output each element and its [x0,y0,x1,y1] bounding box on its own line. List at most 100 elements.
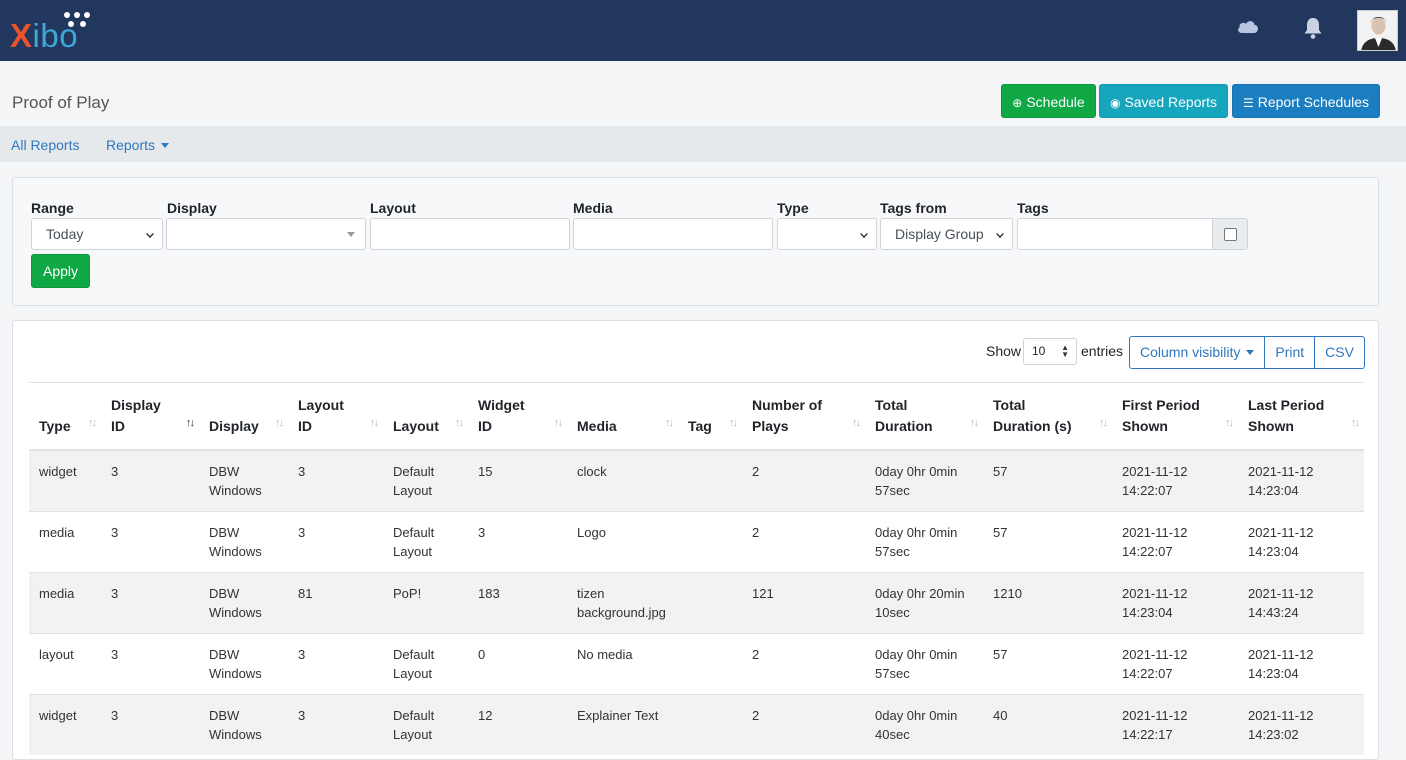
table-cell: clock [567,449,678,512]
tags-exact-checkbox[interactable] [1224,228,1237,241]
layout-input[interactable] [370,218,570,250]
table-row[interactable]: widget 3 DBW Windows 3 Default Layout 12 Explain… [29,694,1364,755]
table-cell: 2021-11-12 14:43:24 [1238,572,1364,634]
table-cell: 57 [983,633,1112,695]
table-cell: DBW Windows [199,511,288,573]
column-header-label: Duration (s) [993,418,1072,434]
table-row[interactable]: layout 3 DBW Windows 3 Default Layout 0 No media… [29,633,1364,695]
sort-icon: ↑↓ [665,417,674,429]
column-header-label: Plays [752,418,789,434]
notifications-bell-icon[interactable] [1302,16,1324,40]
column-header[interactable]: Display ID ↑↓ [101,382,199,451]
table-cell: 40 [983,694,1112,755]
tags-from-select[interactable]: Display Group [880,218,1013,250]
table-cell: 3 [288,633,383,695]
tags-input[interactable] [1017,218,1213,250]
table-cell: 2021-11-12 14:23:04 [1238,633,1364,695]
table-cell: 12 [468,694,567,755]
table-cell: 2 [742,511,865,573]
column-header-label: Last Period [1248,397,1325,413]
table-row[interactable]: widget 3 DBW Windows 3 Default Layout 15 clock 2 0… [29,449,1364,512]
report-schedules-button[interactable]: ☰ Report Schedules [1232,84,1380,118]
column-header[interactable]: Layout ↑↓ [383,382,468,451]
tags-exact-match-addon [1212,218,1248,250]
column-header[interactable]: Total Duration ↑↓ [865,382,983,451]
table-cell: PoP! [383,572,468,634]
column-header[interactable]: First Period Shown ↑↓ [1112,382,1238,451]
column-header[interactable]: Type ↑↓ [29,382,101,451]
table-cell: 81 [288,572,383,634]
table-cell: widget [29,694,101,755]
saved-reports-button[interactable]: ◉ Saved Reports [1099,84,1228,118]
table-cell: 3 [101,572,199,634]
column-header[interactable]: Display ↑↓ [199,382,288,451]
column-header[interactable]: Media ↑↓ [567,382,678,451]
schedule-button[interactable]: ⊕ Schedule [1001,84,1096,118]
column-header[interactable]: Last Period Shown ↑↓ [1238,382,1364,451]
column-header-label: Layout [393,418,439,434]
table-cell: 2021-11-12 14:23:02 [1238,694,1364,755]
table-cell: media [29,511,101,573]
column-header[interactable]: Number of Plays ↑↓ [742,382,865,451]
column-header[interactable]: Total Duration (s) ↑↓ [983,382,1112,451]
column-header[interactable]: Layout ID ↑↓ [288,382,383,451]
table-cell: DBW Windows [199,694,288,755]
table-cell: 2021-11-12 14:22:07 [1112,449,1238,512]
table-cell: 15 [468,449,567,512]
media-input[interactable] [573,218,773,250]
xibo-logo[interactable]: Xibo [10,10,90,54]
column-header[interactable]: Tag ↑↓ [678,382,742,451]
column-header-label: Number of [752,397,822,413]
column-header[interactable]: Widget ID ↑↓ [468,382,567,451]
sort-icon: ↑↓ [970,417,979,429]
table-cell: 0 [468,633,567,695]
table-cell: No media [567,633,678,695]
print-button[interactable]: Print [1264,336,1316,369]
table-cell: DBW Windows [199,633,288,695]
tags-from-label: Tags from [880,200,947,216]
table-cell: 2021-11-12 14:22:17 [1112,694,1238,755]
table-cell [678,633,742,695]
caret-down-icon [1246,350,1255,355]
table-cell: Default Layout [383,633,468,695]
column-header-label: Tag [688,418,712,434]
display-select[interactable] [166,218,366,250]
table-cell: 3 [468,511,567,573]
column-header-label: Media [577,418,617,434]
reports-subnav: All Reports Reports [0,126,1406,162]
table-row[interactable]: media 3 DBW Windows 81 PoP! 183 tizen background… [29,572,1364,634]
chevron-down-icon [146,230,154,238]
sort-icon: ↑↓ [852,417,861,429]
column-header-label: Total [993,397,1026,413]
column-header-label: Shown [1248,418,1294,434]
cloud-icon[interactable] [1236,16,1260,36]
column-visibility-button[interactable]: Column visibility [1129,336,1266,369]
all-reports-link[interactable]: All Reports [11,137,79,153]
table-row[interactable]: media 3 DBW Windows 3 Default Layout 3 Logo 2 0day… [29,511,1364,573]
table-cell: tizen background.jpg [567,572,678,634]
page-length-select[interactable]: 10 ▲ ▼ [1023,338,1077,365]
type-select[interactable] [777,218,877,250]
table-cell: media [29,572,101,634]
range-label: Range [31,200,74,216]
reports-dropdown[interactable]: Reports [106,137,170,153]
report-table-card: Show 10 ▲ ▼ entries Column visibility Prin… [12,320,1379,760]
table-cell: 57 [983,449,1112,512]
table-cell: Default Layout [383,694,468,755]
table-cell: Default Layout [383,449,468,512]
apply-button[interactable]: Apply [31,254,90,288]
sort-icon: ↑↓ [554,417,563,429]
csv-button[interactable]: CSV [1314,336,1365,369]
table-cell: 3 [288,511,383,573]
table-cell: 2021-11-12 14:23:04 [1238,511,1364,573]
column-header-label: Duration [875,418,933,434]
column-header-label: Display [111,397,161,413]
sort-icon: ↑↓ [1351,417,1360,429]
user-avatar[interactable] [1357,10,1398,51]
sort-icon: ↑↓ [729,417,738,429]
range-select[interactable]: Today [31,218,163,250]
sort-icon: ↑↓ [1099,417,1108,429]
table-cell [678,572,742,634]
sort-icon: ↑↓ [370,417,379,429]
column-header-label: ID [298,418,312,434]
